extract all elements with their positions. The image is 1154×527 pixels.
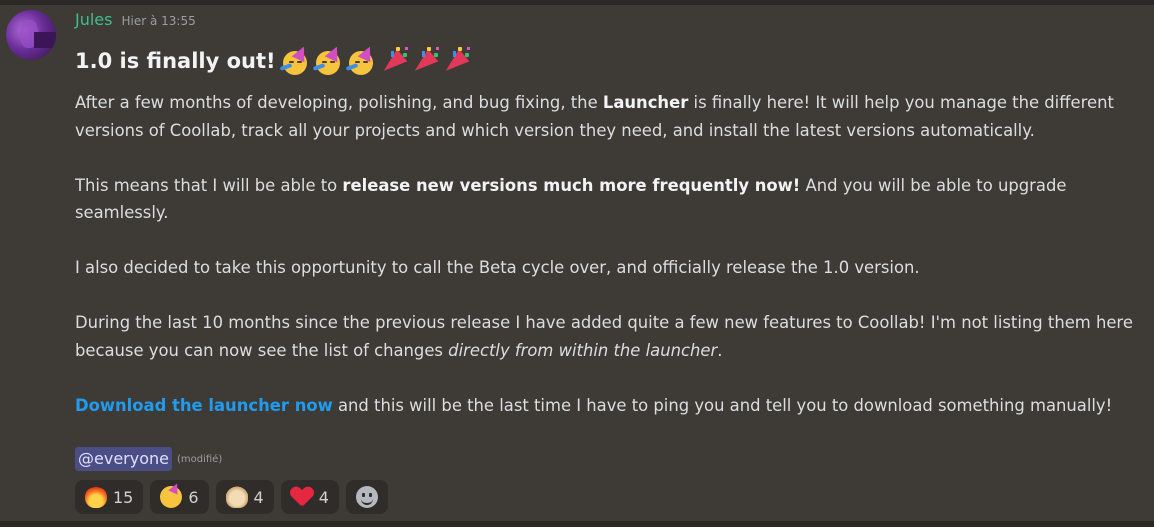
reaction-count: 15 [113,487,134,507]
reaction-count: 4 [318,487,329,507]
message-title: 1.0 is finally out! [75,43,472,79]
mention-row: @everyone (modifié) [75,447,222,471]
top-divider [0,0,1154,5]
reaction-partying-face[interactable]: 6 [150,480,209,514]
italic-text: directly from within the launcher [448,340,718,360]
timestamp[interactable]: Hier à 13:55 [121,14,195,28]
bold-text: release new versions much more frequentl… [342,175,801,195]
party-popper-icon[interactable] [409,45,442,77]
paragraph: Download the launcher now and this will … [75,395,1113,415]
message-body: After a few months of developing, polish… [75,89,1145,447]
edited-label: (modifié) [176,453,223,465]
partying-face-icon[interactable] [312,43,345,77]
title-text: 1.0 is finally out! [75,49,276,73]
heart-icon [291,487,313,507]
paragraph: This means that I will be able to releas… [75,175,1067,223]
paragraph: During the last 10 months since the prev… [75,313,1133,360]
download-launcher-link[interactable]: Download the launcher now [75,396,333,415]
username[interactable]: Jules [75,10,112,29]
fire-icon [85,486,107,508]
party-popper-icon[interactable] [440,45,473,77]
bold-text: Launcher [602,93,689,112]
smiley-icon [355,486,378,508]
paragraph: After a few months of developing, polish… [75,93,1114,140]
reaction-dog[interactable]: 4 [215,480,274,514]
partying-face-icon[interactable] [345,43,378,77]
partying-face-icon[interactable] [279,43,312,77]
dog-icon [225,486,248,508]
paragraph: I also decided to take this opportunity … [75,258,920,277]
reaction-fire[interactable]: 15 [75,480,144,514]
partying-face-icon [160,486,183,508]
message-header: Jules Hier à 13:55 [75,10,196,32]
reaction-count: 4 [253,487,264,507]
reactions-bar: 15 6 4 4 [75,480,395,514]
everyone-mention[interactable]: @everyone [75,447,172,471]
reaction-count: 6 [188,487,199,507]
party-popper-icon[interactable] [378,45,411,77]
add-reaction-button[interactable] [345,480,388,514]
reaction-heart[interactable]: 4 [280,480,339,514]
bottom-divider [0,521,1154,527]
avatar[interactable] [6,10,56,60]
